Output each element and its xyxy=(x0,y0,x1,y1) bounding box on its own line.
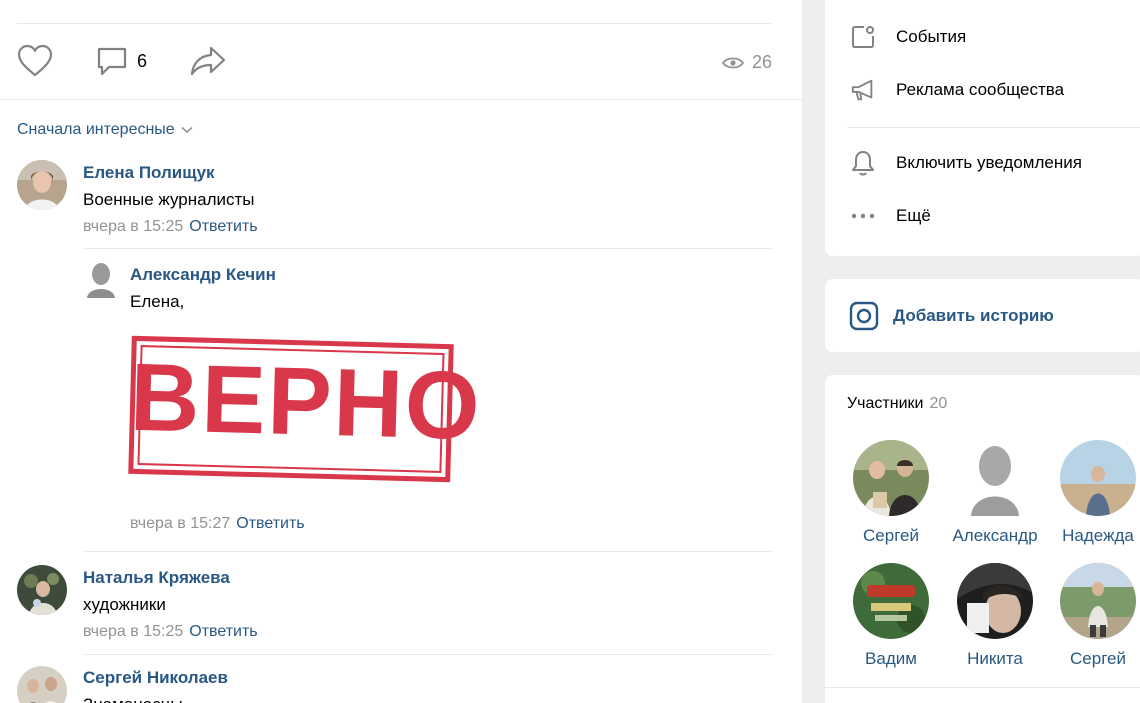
menu-item-more[interactable]: Ещё xyxy=(850,203,931,229)
comment-author[interactable]: Елена Полищук xyxy=(83,163,215,183)
menu-item-label: События xyxy=(896,27,967,46)
divider xyxy=(83,551,773,552)
reply-button[interactable]: Ответить xyxy=(236,515,304,532)
divider xyxy=(0,99,802,100)
add-story-label: Добавить историю xyxy=(893,306,1054,325)
like-button[interactable] xyxy=(17,44,53,78)
calendar-icon xyxy=(850,24,876,50)
divider xyxy=(825,687,1140,688)
member-name: Александр xyxy=(952,526,1038,545)
avatar xyxy=(957,563,1033,639)
eye-icon xyxy=(721,57,744,68)
avatar[interactable] xyxy=(17,666,67,703)
comment-time[interactable]: вчера в 15:25 xyxy=(83,623,183,640)
member-name: Сергей xyxy=(1070,649,1126,668)
members-card: Участники 20 Сергей Александр Надежда Вад… xyxy=(825,375,1140,703)
members-count: 20 xyxy=(929,395,948,412)
menu-item-label: Ещё xyxy=(896,206,931,225)
comment-time[interactable]: вчера в 15:27 xyxy=(130,515,230,532)
member-item[interactable]: Александр xyxy=(940,440,1050,546)
reply-button[interactable]: Ответить xyxy=(189,218,257,235)
menu-item-notifications[interactable]: Включить уведомления xyxy=(850,150,1082,176)
avatar xyxy=(957,440,1033,516)
menu-item-events[interactable]: События xyxy=(850,24,966,50)
comment-meta: вчера в 15:25 Ответить xyxy=(83,218,258,236)
post-actions-bar: 6 26 xyxy=(17,44,777,84)
divider xyxy=(83,654,773,655)
members-title: Участники xyxy=(847,395,924,412)
avatar[interactable] xyxy=(17,160,67,210)
comment-author[interactable]: Сергей Николаев xyxy=(83,668,228,688)
comment-button[interactable]: 6 xyxy=(95,44,147,78)
member-item[interactable]: Никита xyxy=(940,563,1050,669)
megaphone-icon xyxy=(850,77,876,103)
stamp-text: ВЕРНО xyxy=(128,343,483,460)
heart-icon xyxy=(17,44,53,77)
comment-text: художники xyxy=(83,595,166,614)
avatar xyxy=(853,440,929,516)
stamp-image[interactable]: ВЕРНО xyxy=(128,335,483,483)
divider xyxy=(847,127,1140,128)
bell-icon xyxy=(850,150,876,176)
avatar xyxy=(853,563,929,639)
member-name: Сергей xyxy=(863,526,919,545)
avatar[interactable] xyxy=(85,262,117,298)
comment-meta: вчера в 15:27 Ответить xyxy=(130,515,305,533)
member-item[interactable]: Вадим xyxy=(836,563,946,669)
comment-author[interactable]: Александр Кечин xyxy=(130,265,276,285)
comments-sort-dropdown[interactable]: Сначала интересные xyxy=(17,121,193,139)
comments-count: 6 xyxy=(137,50,148,71)
add-story-button[interactable]: Добавить историю xyxy=(849,301,1054,331)
comment-text: Военные журналисты xyxy=(83,190,255,209)
comment-icon xyxy=(97,47,127,76)
community-menu: События Реклама сообщества Включить увед… xyxy=(825,0,1140,256)
comment-text: Знаменосцы xyxy=(83,695,183,703)
members-header[interactable]: Участники 20 xyxy=(847,395,947,413)
share-icon xyxy=(190,46,226,76)
divider xyxy=(83,248,773,249)
member-item[interactable]: Сергей xyxy=(1043,563,1140,669)
member-name: Вадим xyxy=(865,649,917,668)
member-name: Никита xyxy=(967,649,1023,668)
more-dots-icon xyxy=(850,203,876,229)
avatar xyxy=(1060,563,1136,639)
share-button[interactable] xyxy=(189,44,227,78)
comment-meta: вчера в 15:25 Ответить xyxy=(83,623,258,641)
add-story-card: Добавить историю xyxy=(825,279,1140,352)
divider xyxy=(17,23,772,24)
comment-author[interactable]: Наталья Кряжева xyxy=(83,568,230,588)
avatar xyxy=(1060,440,1136,516)
member-item[interactable]: Надежда xyxy=(1043,440,1140,546)
comment-time[interactable]: вчера в 15:25 xyxy=(83,218,183,235)
story-camera-icon xyxy=(849,301,879,331)
menu-item-ads[interactable]: Реклама сообщества xyxy=(850,77,1064,103)
menu-item-label: Включить уведомления xyxy=(896,153,1082,172)
views-count: 26 xyxy=(751,52,772,72)
sort-label: Сначала интересные xyxy=(17,121,175,138)
views-counter: 26 xyxy=(721,52,772,73)
chevron-down-icon xyxy=(181,126,193,134)
comment-text: Елена, xyxy=(130,292,185,311)
member-item[interactable]: Сергей xyxy=(836,440,946,546)
reply-button[interactable]: Ответить xyxy=(189,623,257,640)
member-name: Надежда xyxy=(1062,526,1134,545)
avatar[interactable] xyxy=(17,565,67,615)
menu-item-label: Реклама сообщества xyxy=(896,80,1065,99)
post-feed: 6 26 Сначала интересные Елена Полищук Во… xyxy=(0,0,802,703)
